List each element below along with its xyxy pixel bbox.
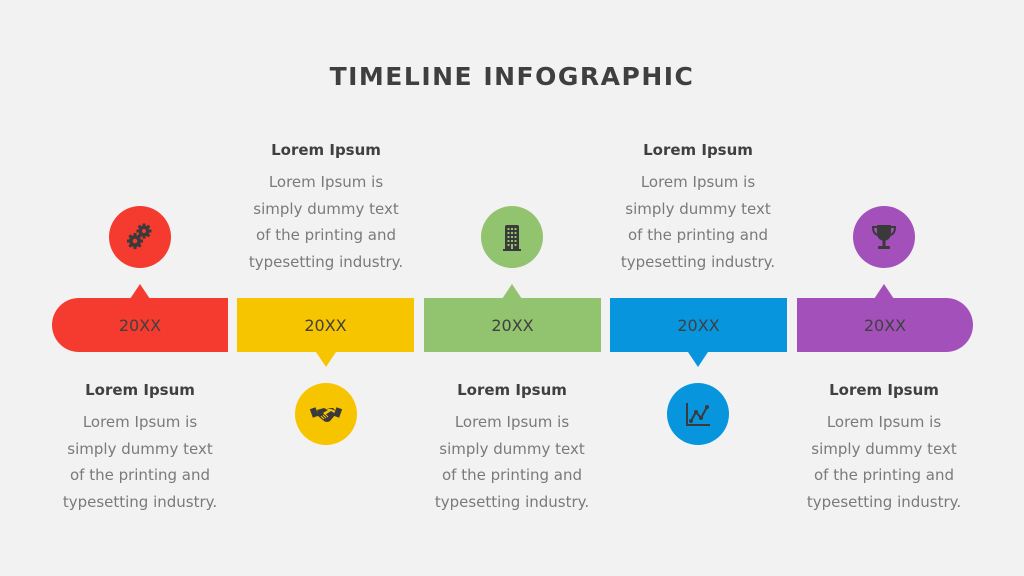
year-label: 20XX [677,315,720,335]
pointer-up [130,284,150,299]
body-line: simply dummy text [67,439,213,458]
handshake-icon [309,407,343,422]
page-title: TIMELINE INFOGRAPHIC [329,62,695,91]
body-line: Lorem Ipsum is [268,173,384,191]
body-line: of the printing and [255,226,397,244]
milestone-text-1: Lorem Ipsum Lorem Ipsum is simply dummy … [40,377,240,515]
milestone-icon-circle-3 [481,206,543,268]
milestone-text-4: Lorem Ipsum Lorem Ipsum is simply dummy … [598,137,798,275]
body-line: simply dummy text [811,439,957,458]
milestone-body: Lorem Ipsum is simply dummy text of the … [40,409,240,515]
body-line: Lorem Ipsum is [826,413,942,431]
milestone-heading: Lorem Ipsum [271,141,381,159]
body-line: typesetting industry. [248,252,404,271]
pointer-up [502,284,522,299]
body-line: simply dummy text [253,199,399,218]
milestone-icon-circle-1 [109,206,171,268]
year-label: 20XX [491,315,534,335]
milestone-body: Lorem Ipsum is simply dummy text of the … [598,169,798,275]
milestone-body: Lorem Ipsum is simply dummy text of the … [412,409,612,515]
body-line: typesetting industry. [620,252,776,271]
timeline-segment-3: 20XX [424,298,601,352]
year-label: 20XX [118,315,162,335]
pointer-down [688,352,708,367]
line-chart-icon [686,403,710,426]
body-line: Lorem Ipsum is [640,173,756,191]
body-line: typesetting industry. [62,492,218,511]
pointer-up [874,284,894,299]
timeline-segment-5: 20XX [797,298,973,352]
body-line: of the printing and [813,466,955,484]
body-line: of the printing and [69,466,211,484]
timeline-segment-1: 20XX [52,298,228,352]
body-line: Lorem Ipsum is [454,413,570,431]
milestone-heading: Lorem Ipsum [643,141,753,159]
pointer-down [316,352,336,367]
body-line: simply dummy text [439,439,585,458]
milestone-text-5: Lorem Ipsum Lorem Ipsum is simply dummy … [784,377,984,515]
gears-icon [127,223,152,249]
body-line: Lorem Ipsum is [82,413,198,431]
body-line: of the printing and [627,226,769,244]
year-label: 20XX [863,315,907,335]
milestone-body: Lorem Ipsum is simply dummy text of the … [784,409,984,515]
milestone-heading: Lorem Ipsum [829,381,939,399]
milestone-icon-circle-2 [295,383,357,445]
milestone-text-2: Lorem Ipsum Lorem Ipsum is simply dummy … [226,137,426,275]
year-label: 20XX [304,315,347,335]
milestone-body: Lorem Ipsum is simply dummy text of the … [226,169,426,275]
milestone-text-3: Lorem Ipsum Lorem Ipsum is simply dummy … [412,377,612,515]
milestone-heading: Lorem Ipsum [457,381,567,399]
timeline-segment-4: 20XX [610,298,787,352]
milestone-icon-circle-4 [667,383,729,445]
body-line: typesetting industry. [434,492,590,511]
milestone-heading: Lorem Ipsum [85,381,195,399]
timeline-segment-2: 20XX [237,298,414,352]
body-line: of the printing and [441,466,583,484]
body-line: simply dummy text [625,199,771,218]
building-icon [503,225,521,251]
body-line: typesetting industry. [806,492,962,511]
trophy-icon [871,225,897,249]
milestone-icon-circle-5 [853,206,915,268]
